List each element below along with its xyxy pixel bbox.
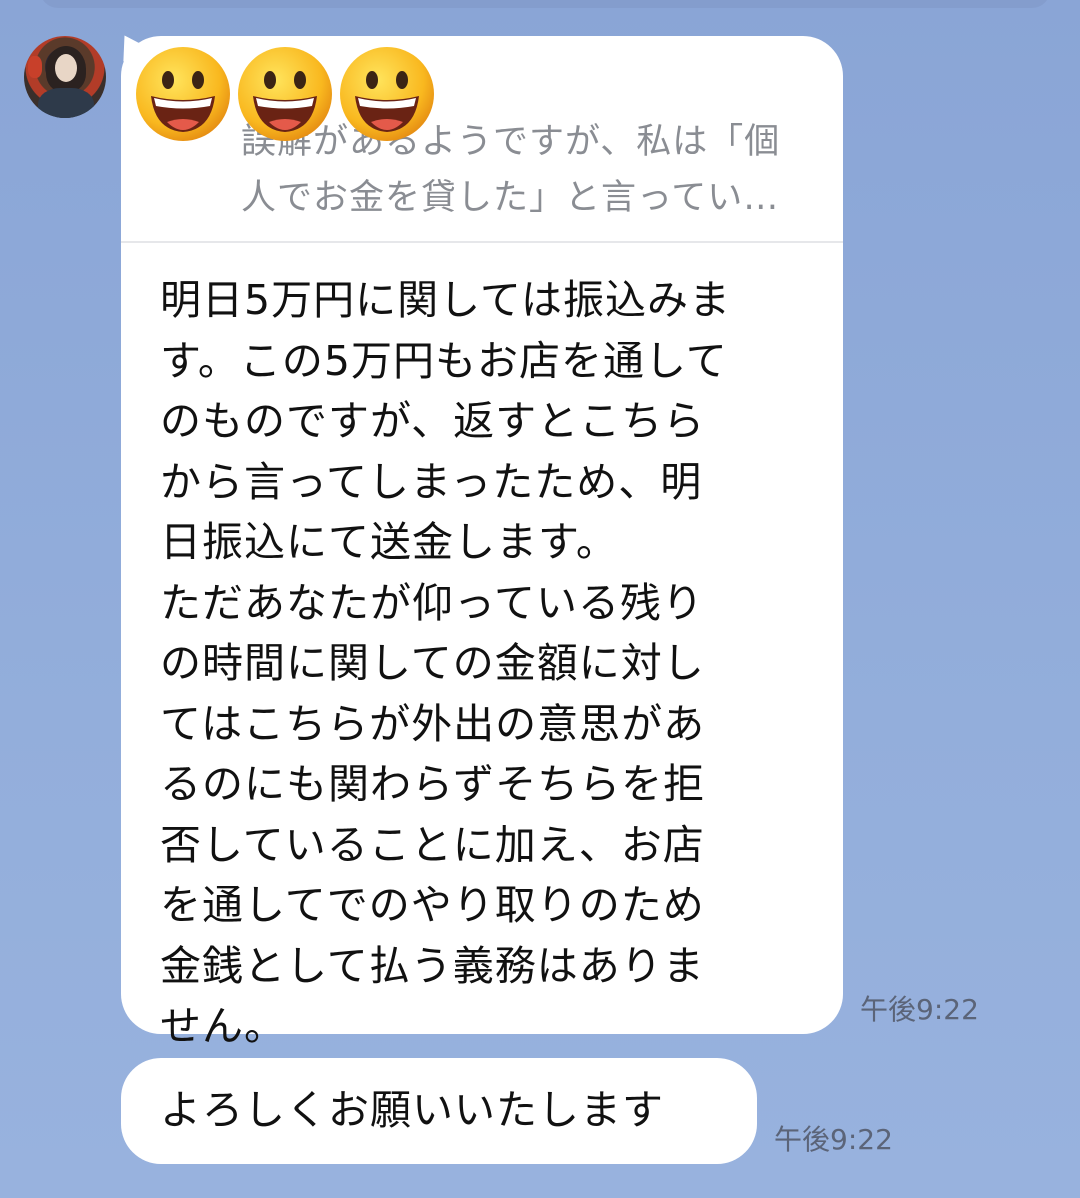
grinning-face-icon bbox=[238, 47, 332, 141]
avatar-shirt bbox=[38, 88, 94, 118]
previous-message-edge bbox=[40, 0, 1050, 8]
avatar-face bbox=[55, 54, 77, 82]
message-text: よろしくお願いいたします bbox=[160, 1086, 664, 1134]
message-timestamp: 午後9:22 bbox=[860, 993, 979, 1026]
message-text: 明日5万円に関しては振込みま す。この5万円もお店を通して のものですが、返すと… bbox=[160, 276, 732, 1050]
grinning-face-icon bbox=[136, 47, 230, 141]
reply-divider bbox=[121, 241, 843, 243]
sender-avatar[interactable] bbox=[24, 36, 106, 118]
avatar-lantern bbox=[28, 56, 42, 78]
message-timestamp: 午後9:22 bbox=[774, 1123, 893, 1156]
grinning-face-icon bbox=[340, 47, 434, 141]
